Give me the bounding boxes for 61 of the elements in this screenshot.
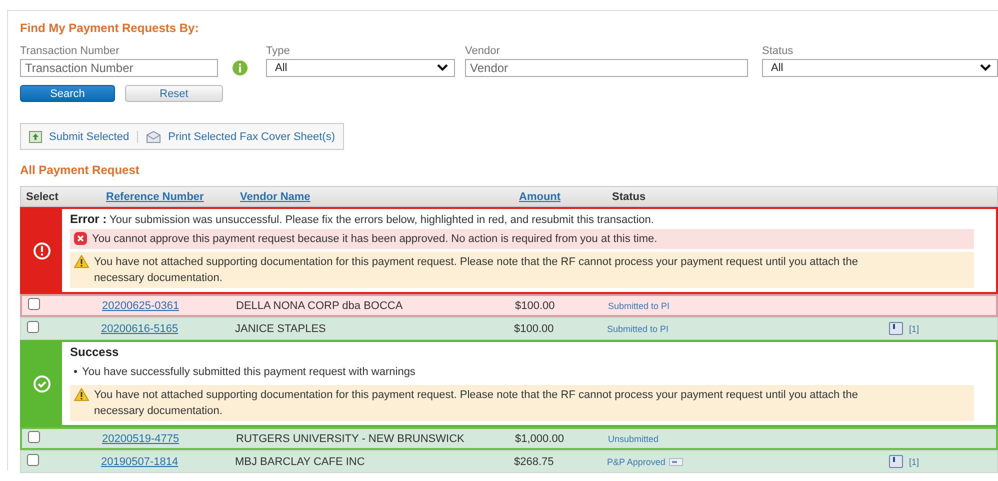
message-text: You have successfully submitted this payment request with warnings: [82, 365, 416, 380]
attachment-icon[interactable]: [888, 455, 903, 468]
table-cell: $268.75: [514, 456, 554, 468]
info-icon[interactable]: [232, 60, 248, 76]
column-header[interactable]: Vendor Name: [240, 190, 310, 202]
table-cell: JANICE STAPLES: [235, 322, 326, 334]
table-cell: DELLA NONA CORP dba BOCCA: [236, 300, 403, 312]
message-text: You have not attached supporting documentation for this payment request. Please note that the RF cannot process your payment request until you attach the necessary documentation.: [94, 255, 859, 286]
message-text: Error : Your submission was unsuccessful. Please fix the errors below, highlighted in red, and resubmit this transaction.: [70, 212, 655, 226]
status-link[interactable]: Unsubmitted: [608, 434, 659, 444]
attachment-icon[interactable]: [888, 322, 903, 335]
attachment-count[interactable]: [1]: [908, 324, 919, 334]
row-checkbox[interactable]: [27, 454, 39, 466]
dropdown[interactable]: All: [266, 59, 455, 77]
message-title: Success: [70, 345, 120, 359]
column-header: Status: [612, 190, 646, 202]
field-label: Status: [762, 45, 794, 57]
field-label: Type: [266, 45, 291, 57]
message-text: You cannot approve this payment request because it has been approved. No action is required from you at this time.: [92, 232, 658, 247]
chevron-down-icon: [980, 64, 991, 72]
status-link[interactable]: Submitted to PI: [608, 300, 670, 310]
note-icon[interactable]: [669, 458, 684, 466]
field-label: Vendor: [465, 45, 501, 57]
bullet-icon: [74, 370, 77, 373]
status-link[interactable]: P&P Approved: [607, 456, 666, 466]
column-header[interactable]: Amount: [519, 190, 561, 202]
chevron-down-icon: [437, 64, 448, 72]
reference-link[interactable]: 20200519-4775: [102, 432, 180, 444]
error-icon: [74, 232, 87, 245]
field-label: Transaction Number: [20, 45, 120, 57]
text-field[interactable]: Vendor: [465, 59, 748, 77]
reference-link[interactable]: 20200616-5165: [101, 322, 178, 334]
submit-selected-button[interactable]: Submit Selected: [29, 130, 130, 142]
envelope-icon: [146, 130, 162, 142]
exclamation-icon: [33, 242, 51, 260]
warning-icon: [74, 388, 89, 401]
message-text: You have not attached supporting documentation for this payment request. Please note that the RF cannot process your payment request until you attach the necessary documentation.: [94, 388, 859, 419]
row-checkbox[interactable]: [28, 431, 40, 443]
row-checkbox[interactable]: [28, 298, 40, 310]
table-cell: $100.00: [515, 300, 555, 312]
dropdown[interactable]: All: [762, 59, 998, 77]
column-header[interactable]: Reference Number: [106, 190, 204, 202]
table-cell: $100.00: [514, 322, 554, 334]
search-heading: Find My Payment Requests By:: [20, 21, 200, 35]
reference-link[interactable]: 20200625-0361: [102, 300, 180, 312]
row-checkbox[interactable]: [27, 321, 39, 333]
column-header: Select: [26, 190, 58, 202]
table-cell: RUTGERS UNIVERSITY - NEW BRUNSWICK: [236, 432, 464, 444]
reset-button[interactable]: Reset: [125, 85, 223, 102]
warning-icon: [74, 255, 89, 268]
search-button[interactable]: Search: [20, 85, 115, 102]
status-link[interactable]: Submitted to PI: [607, 324, 669, 334]
section-title: All Payment Request: [20, 163, 140, 177]
text-field[interactable]: Transaction Number: [20, 59, 218, 77]
table-cell: MBJ BARCLAY CAFE INC: [235, 456, 365, 468]
print-button[interactable]: Print Selected Fax Cover Sheet(s): [146, 130, 336, 142]
attachment-count[interactable]: [1]: [908, 456, 919, 466]
reference-link[interactable]: 20190507-1814: [101, 456, 178, 468]
table-cell: $1,000.00: [515, 432, 564, 444]
upload-icon: [29, 130, 42, 142]
check-circle-icon: [33, 374, 51, 392]
